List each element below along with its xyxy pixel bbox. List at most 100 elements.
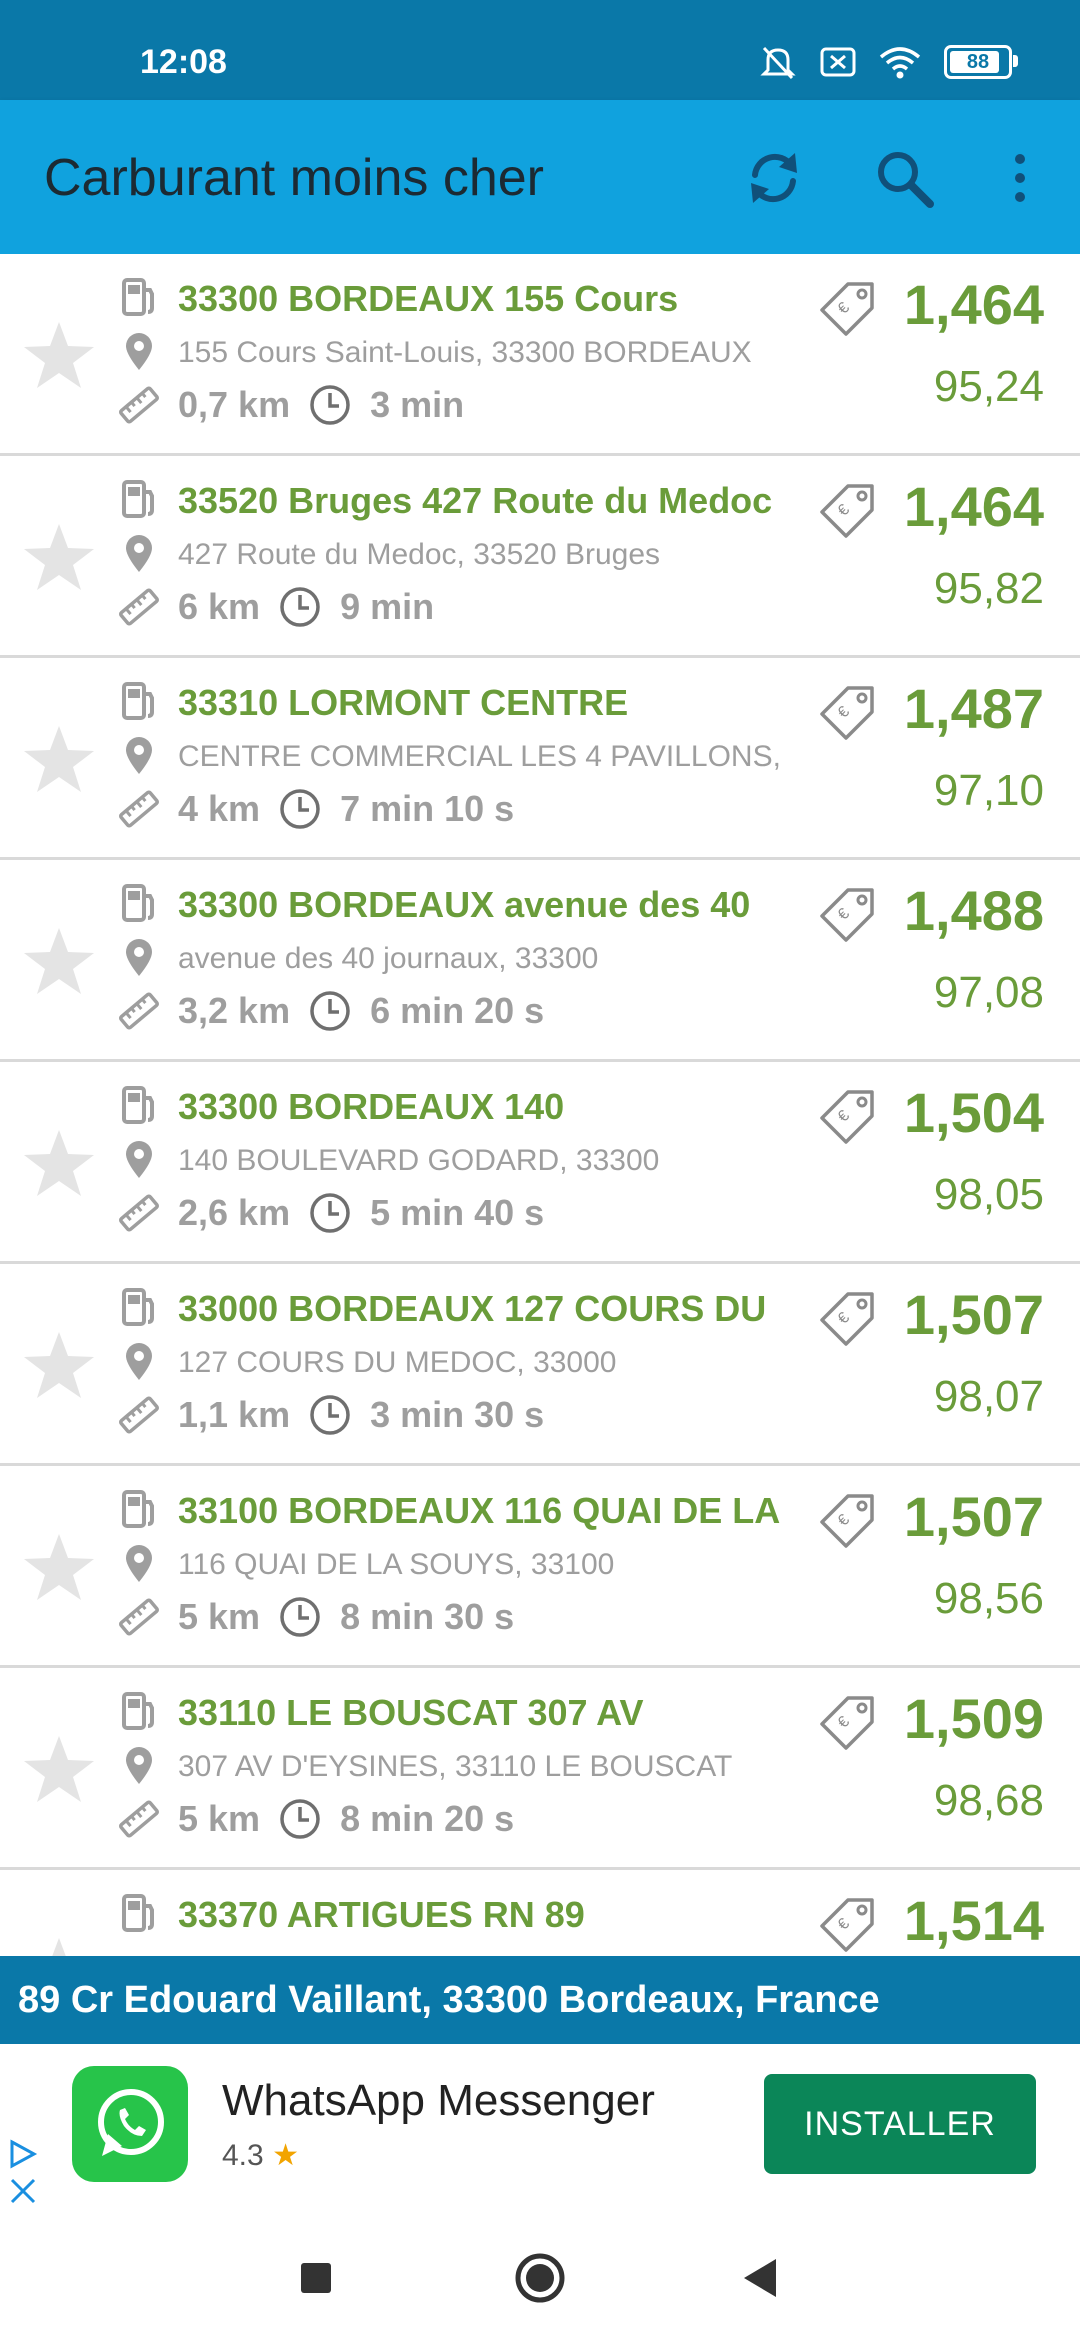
home-icon [515, 2253, 565, 2303]
favorite-star-icon[interactable] [22, 320, 96, 390]
fuel-price: 1,507 [903, 1283, 1044, 1346]
price-tag-icon[interactable]: € [818, 886, 876, 944]
station-row[interactable]: 33310 LORMONT CENTRE CENTRE COMMERCIAL L… [0, 658, 1080, 860]
route-info: 3,2 km 6 min 20 s [178, 988, 544, 1034]
price-tag-icon[interactable]: € [818, 482, 876, 540]
clock-icon [278, 585, 322, 629]
station-distance: 5 km [178, 1798, 261, 1839]
status-bar: 12:08 88 [0, 0, 1080, 100]
location-pin-icon [118, 734, 160, 776]
svg-text:€: € [835, 703, 853, 721]
ruler-icon [118, 1596, 160, 1638]
route-info: 0,7 km 3 min [178, 382, 464, 428]
total-cost: 97,08 [933, 968, 1044, 1017]
favorite-star-icon[interactable] [22, 522, 96, 592]
fuel-pump-icon [118, 1690, 160, 1732]
fuel-pump-icon [118, 1286, 160, 1328]
route-info: 2,6 km 5 min 40 s [178, 1190, 544, 1236]
station-list[interactable]: 33300 BORDEAUX 155 Cours 155 Cours Saint… [0, 254, 1080, 1956]
station-name: 33000 BORDEAUX 127 COURS DU [178, 1288, 767, 1329]
refresh-button[interactable] [736, 140, 812, 216]
ad-rating: 4.3 ★ [222, 2136, 299, 2176]
station-name: 33300 BORDEAUX avenue des 40 [178, 884, 751, 925]
svg-text:€: € [835, 1915, 853, 1933]
fuel-price: 1,509 [903, 1687, 1044, 1750]
price-tag-icon[interactable]: € [818, 1896, 876, 1954]
station-address: 116 QUAI DE LA SOUYS, 33100 [178, 1548, 615, 1581]
fuel-pump-icon [118, 276, 160, 318]
price-tag-icon[interactable]: € [818, 684, 876, 742]
fuel-pump-icon [118, 680, 160, 722]
refresh-icon [751, 153, 797, 203]
ruler-icon [118, 586, 160, 628]
app-title: Carburant moins cher [44, 149, 544, 207]
location-pin-icon [118, 1744, 160, 1786]
clock-icon [278, 1797, 322, 1841]
location-pin-icon [118, 1138, 160, 1180]
ad-rating-value: 4.3 [222, 2139, 264, 2172]
search-button[interactable] [866, 140, 942, 216]
total-cost: 98,05 [933, 1170, 1044, 1219]
favorite-star-icon[interactable] [22, 1532, 96, 1602]
station-name: 33110 LE BOUSCAT 307 AV [178, 1692, 644, 1733]
favorite-star-icon[interactable] [22, 1330, 96, 1400]
back-icon [744, 2259, 776, 2297]
fuel-pump-icon [118, 882, 160, 924]
station-row[interactable]: 33300 BORDEAUX 140 140 BOULEVARD GODARD,… [0, 1062, 1080, 1264]
route-info: 4 km 7 min 10 s [178, 786, 514, 832]
back-button[interactable] [730, 2248, 790, 2308]
station-row[interactable]: 33300 BORDEAUX avenue des 40 avenue des … [0, 860, 1080, 1062]
favorite-star-icon[interactable] [22, 1936, 96, 1956]
favorite-star-icon[interactable] [22, 1734, 96, 1804]
status-time: 12:08 [140, 43, 227, 81]
station-row[interactable]: 33520 Bruges 427 Route du Medoc 427 Rout… [0, 456, 1080, 658]
station-row[interactable]: 33110 LE BOUSCAT 307 AV 307 AV D'EYSINES… [0, 1668, 1080, 1870]
current-location-bar[interactable]: 89 Cr Edouard Vaillant, 33300 Bordeaux, … [0, 1956, 1080, 2044]
route-info: 5 km 8 min 30 s [178, 1594, 514, 1640]
whatsapp-icon [98, 2089, 164, 2156]
price-tag-icon[interactable]: € [818, 1694, 876, 1752]
install-button[interactable]: INSTALLER [764, 2074, 1036, 2174]
status-icons: 88 [758, 42, 1018, 82]
fuel-price: 1,464 [903, 475, 1044, 538]
recents-button[interactable] [286, 2248, 346, 2308]
station-row[interactable]: 33300 BORDEAUX 155 Cours 155 Cours Saint… [0, 254, 1080, 456]
price-tag-icon[interactable]: € [818, 1492, 876, 1550]
ad-banner[interactable]: WhatsApp Messenger 4.3 ★ INSTALLER [0, 2044, 1080, 2212]
station-duration: 3 min [370, 384, 465, 425]
home-button[interactable] [510, 2248, 570, 2308]
favorite-star-icon[interactable] [22, 724, 96, 794]
station-name: 33300 BORDEAUX 140 [178, 1086, 565, 1127]
station-distance: 1,1 km [178, 1394, 291, 1435]
fuel-price: 1,504 [903, 1081, 1044, 1144]
station-name: 33370 ARTIGUES RN 89 [178, 1894, 585, 1935]
station-row[interactable]: 33370 ARTIGUES RN 89 € 1,514 [0, 1870, 1080, 1956]
overflow-menu-button[interactable] [982, 140, 1058, 216]
clock-icon [308, 383, 352, 427]
ruler-icon [118, 384, 160, 426]
station-name: 33300 BORDEAUX 155 Cours [178, 278, 679, 319]
station-distance: 4 km [178, 788, 261, 829]
station-row[interactable]: 33100 BORDEAUX 116 QUAI DE LA 116 QUAI D… [0, 1466, 1080, 1668]
favorite-star-icon[interactable] [22, 1128, 96, 1198]
price-tag-icon[interactable]: € [818, 1290, 876, 1348]
favorite-star-icon[interactable] [22, 926, 96, 996]
price-tag-icon[interactable]: € [818, 1088, 876, 1146]
station-address: avenue des 40 journaux, 33300 [178, 942, 599, 975]
location-pin-icon [118, 1542, 160, 1584]
whatsapp-logo[interactable] [72, 2066, 188, 2182]
ad-app-name[interactable]: WhatsApp Messenger [222, 2074, 655, 2128]
rating-star-icon: ★ [272, 2139, 299, 2172]
clock-icon [278, 1595, 322, 1639]
ruler-icon [118, 990, 160, 1032]
ruler-icon [118, 788, 160, 830]
more-vert-icon [1015, 154, 1025, 202]
total-cost: 98,68 [933, 1776, 1044, 1825]
station-row[interactable]: 33000 BORDEAUX 127 COURS DU 127 COURS DU… [0, 1264, 1080, 1466]
clock-icon [308, 1191, 352, 1235]
svg-text:€: € [835, 1107, 853, 1125]
station-duration: 8 min 30 s [340, 1596, 515, 1637]
recents-icon [301, 2263, 331, 2293]
price-tag-icon[interactable]: € [818, 280, 876, 338]
adchoices-icon[interactable] [6, 2136, 40, 2206]
